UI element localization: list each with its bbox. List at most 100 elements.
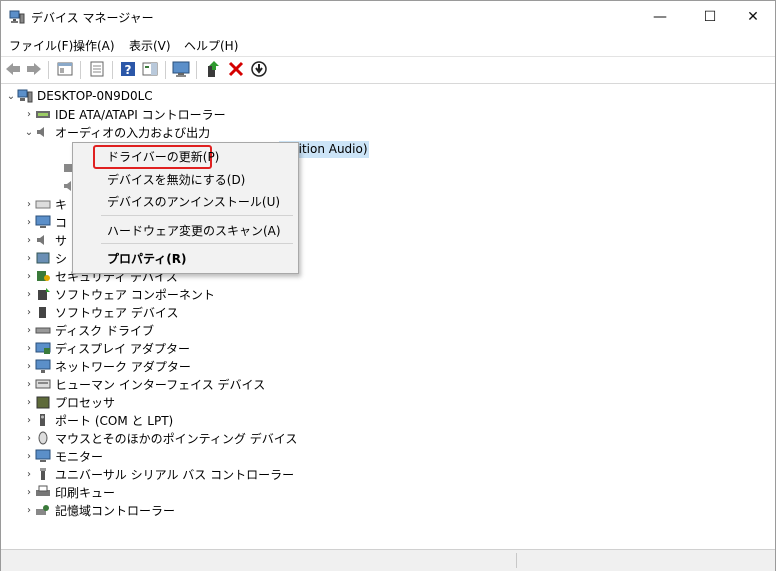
chevron-right-icon[interactable]: ›: [23, 343, 35, 354]
menu-help[interactable]: ヘルプ(H): [184, 37, 238, 54]
software-device-icon: [39, 307, 46, 318]
chevron-down-icon[interactable]: ⌄: [23, 127, 35, 138]
disable-device-menu-item[interactable]: デバイスを無効にする(D): [107, 171, 245, 188]
monitor-icon: [35, 449, 51, 462]
tree-category[interactable]: › ディスク ドライブ: [23, 321, 154, 339]
tree-category[interactable]: › コ: [23, 213, 67, 231]
chevron-right-icon[interactable]: ›: [23, 451, 35, 462]
toolbar: ?: [1, 56, 775, 84]
scan-hardware-menu-item[interactable]: ハードウェア変更のスキャン(A): [107, 222, 281, 239]
tree-category[interactable]: › マウスとそのほかのポインティング デバイス: [23, 429, 297, 447]
tree-category[interactable]: › プロセッサ: [23, 393, 115, 411]
ide-controller-icon: [36, 111, 50, 118]
close-button[interactable]: ✕: [730, 1, 776, 33]
chevron-right-icon[interactable]: ›: [23, 379, 35, 390]
usb-icon: [40, 468, 46, 480]
toolbar-separator: [196, 61, 197, 79]
chevron-right-icon[interactable]: ›: [23, 505, 35, 516]
audio-icon: [37, 127, 44, 137]
toolbar-separator: [112, 61, 113, 79]
context-menu: ドライバーの更新(P) デバイスを無効にする(D) デバイスのアンインストール(…: [72, 142, 299, 274]
keyboard-icon: [35, 200, 51, 209]
chevron-down-icon[interactable]: ⌄: [5, 91, 17, 102]
chevron-right-icon[interactable]: ›: [23, 415, 35, 426]
chevron-right-icon[interactable]: ›: [23, 469, 35, 480]
properties-menu-item[interactable]: プロパティ(R): [107, 250, 187, 267]
help-icon[interactable]: ?: [119, 60, 137, 78]
tree-category[interactable]: › モニター: [23, 447, 103, 465]
chevron-right-icon[interactable]: ›: [23, 307, 35, 318]
chevron-right-icon[interactable]: ›: [23, 325, 35, 336]
menu-separator: [101, 243, 293, 244]
tree-category-label: ヒューマン インターフェイス デバイス: [55, 377, 266, 392]
show-hide-tree-icon[interactable]: [56, 60, 74, 78]
display-adapter-icon: [35, 342, 51, 354]
forward-arrow-icon[interactable]: [25, 60, 43, 78]
chevron-right-icon[interactable]: ›: [23, 271, 35, 282]
device-manager-icon: [9, 10, 25, 24]
back-arrow-icon[interactable]: [4, 60, 22, 78]
tree-category-label: ネットワーク アダプター: [55, 359, 191, 374]
tree-category[interactable]: › シ: [23, 249, 67, 267]
tree-category[interactable]: › ユニバーサル シリアル バス コントローラー: [23, 465, 294, 483]
tree-category[interactable]: › ヒューマン インターフェイス デバイス: [23, 375, 265, 393]
update-driver-menu-item[interactable]: ドライバーの更新(P): [107, 148, 219, 165]
chevron-right-icon[interactable]: ›: [23, 289, 35, 300]
chevron-right-icon[interactable]: ›: [23, 397, 35, 408]
scan-hardware-icon[interactable]: [172, 60, 190, 78]
properties-icon[interactable]: [88, 60, 106, 78]
menu-action[interactable]: 操作(A): [73, 37, 115, 54]
chevron-right-icon[interactable]: ›: [23, 433, 35, 444]
tree-category[interactable]: › ポート (COM と LPT): [23, 411, 173, 429]
system-icon: [36, 252, 50, 264]
menu-file[interactable]: ファイル(F): [9, 37, 73, 54]
tree-category-label: オーディオの入力および出力: [55, 125, 211, 140]
tree-category[interactable]: › ソフトウェア コンポーネント: [23, 285, 215, 303]
mouse-icon: [38, 431, 48, 445]
enable-device-icon[interactable]: [250, 60, 268, 78]
printer-icon: [36, 485, 50, 496]
processor-icon: [36, 396, 50, 409]
uninstall-icon[interactable]: [227, 60, 245, 78]
window-title: デバイス マネージャー: [31, 11, 154, 25]
tree-category-label: 印刷キュー: [55, 485, 116, 500]
tree-category[interactable]: › キ: [23, 195, 67, 213]
tree-category[interactable]: › ディスプレイ アダプター: [23, 339, 190, 357]
tree-category[interactable]: › ネットワーク アダプター: [23, 357, 191, 375]
tree-category[interactable]: › IDE ATA/ATAPI コントローラー: [23, 105, 226, 123]
action-pane-icon[interactable]: [141, 60, 159, 78]
tree-category[interactable]: › ソフトウェア デバイス: [23, 303, 178, 321]
maximize-button[interactable]: ☐: [687, 1, 733, 33]
tree-root[interactable]: ⌄ DESKTOP-0N9D0LC: [5, 87, 153, 105]
menu-view[interactable]: 表示(V): [129, 37, 171, 54]
uninstall-device-menu-item[interactable]: デバイスのアンインストール(U): [107, 193, 280, 210]
tree-category-label: ポート (COM と LPT): [55, 413, 174, 428]
chevron-right-icon[interactable]: ›: [23, 253, 35, 264]
tree-category-label: マウスとそのほかのポインティング デバイス: [55, 431, 298, 446]
chevron-right-icon[interactable]: ›: [23, 487, 35, 498]
chevron-right-icon[interactable]: ›: [23, 361, 35, 372]
computer-icon: [35, 215, 51, 228]
menu-separator: [101, 215, 293, 216]
status-bar: [1, 549, 775, 571]
title-bar[interactable]: デバイス マネージャー — ☐ ✕: [1, 1, 775, 33]
tree-category-label: サ: [55, 233, 68, 248]
chevron-right-icon[interactable]: ›: [23, 199, 35, 210]
update-driver-icon[interactable]: [204, 60, 222, 78]
tree-category-label: ソフトウェア コンポーネント: [55, 287, 215, 302]
svg-text:?: ?: [125, 63, 132, 77]
tree-category[interactable]: › 印刷キュー: [23, 483, 115, 501]
chevron-right-icon[interactable]: ›: [23, 109, 35, 120]
tree-category[interactable]: ⌄ オーディオの入力および出力: [23, 123, 210, 141]
root-label: DESKTOP-0N9D0LC: [37, 89, 153, 103]
chevron-right-icon[interactable]: ›: [23, 217, 35, 228]
minimize-button[interactable]: —: [637, 1, 683, 33]
tree-category-label: IDE ATA/ATAPI コントローラー: [55, 107, 226, 122]
network-adapter-icon: [35, 359, 51, 373]
storage-controller-icon: [36, 505, 49, 515]
tree-category[interactable]: › サ: [23, 231, 67, 249]
chevron-right-icon[interactable]: ›: [23, 235, 35, 246]
status-divider: [516, 553, 517, 568]
tree-category[interactable]: › 記憶域コントローラー: [23, 501, 175, 519]
tree-category-label: コ: [55, 215, 68, 230]
